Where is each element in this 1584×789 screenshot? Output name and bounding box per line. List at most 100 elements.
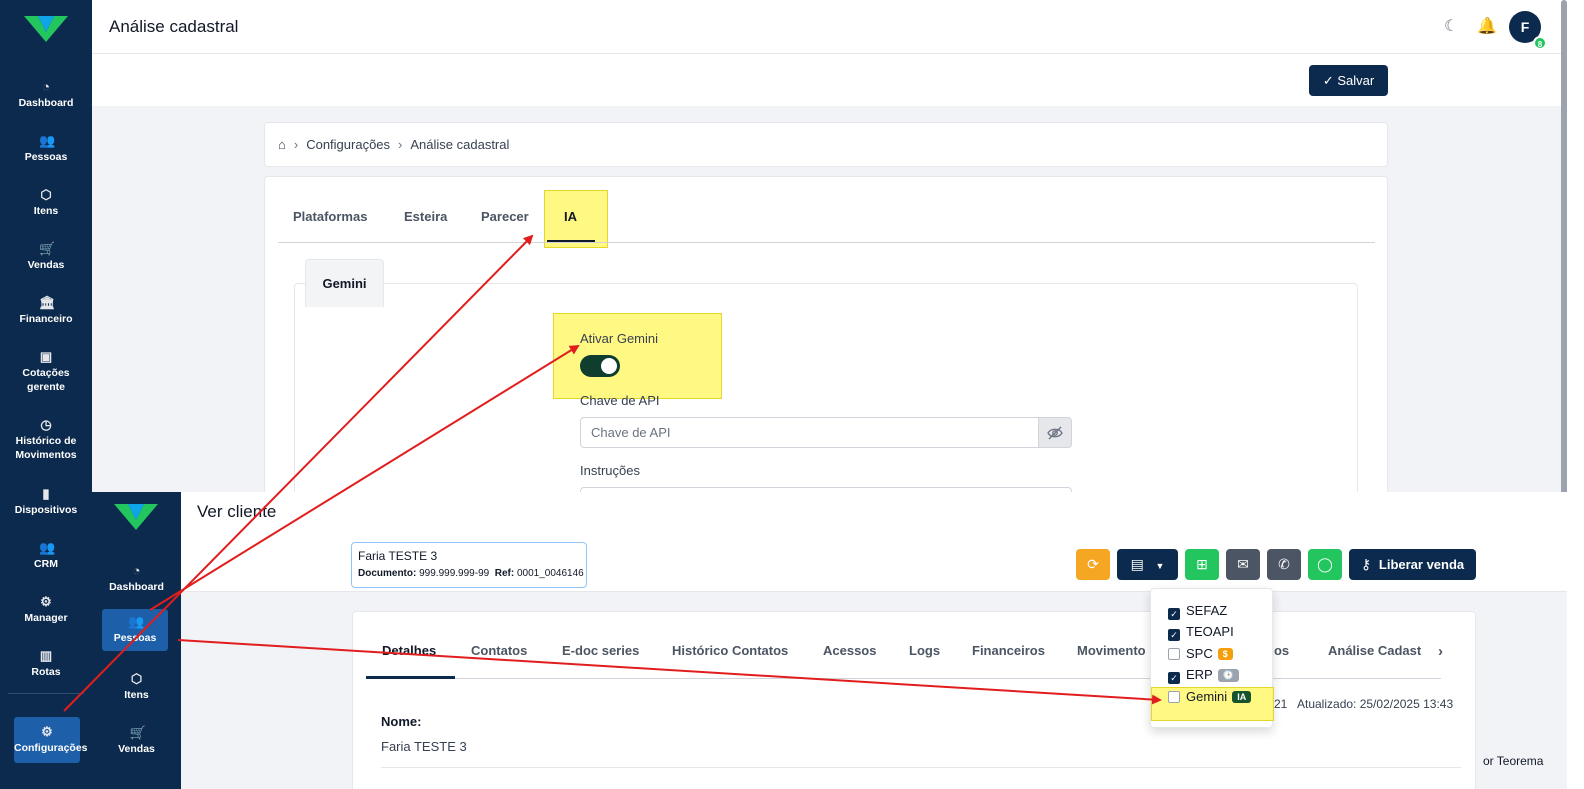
tab-ia[interactable]: IA (564, 209, 577, 224)
option-erp[interactable]: ✓ ERP 🕒 (1168, 667, 1239, 684)
subtab-gemini[interactable]: Gemini (305, 259, 384, 307)
add-document-button[interactable]: ⊞ (1185, 549, 1219, 580)
sidebar-item-configuracoes[interactable]: ⚙ Configurações (14, 717, 88, 763)
users-icon: 👥 (39, 133, 56, 148)
client-sidebar: ◔ Dashboard 👥 Pessoas ⬡ Itens 🛒 Vendas (92, 492, 181, 789)
tab-acessos[interactable]: Acessos (823, 643, 876, 658)
sidebar-item-vendas[interactable]: 🛒 Vendas (92, 726, 181, 756)
tab-esteira[interactable]: Esteira (404, 209, 447, 224)
tab-financeiros[interactable]: Financeiros (972, 643, 1045, 658)
field-value-nome: Faria TESTE 3 (381, 739, 467, 754)
tab-active-indicator (366, 676, 455, 679)
client-summary-card: Faria TESTE 3 Documento: 999.999.999-99 … (351, 542, 587, 588)
sidebar-item-dashboard[interactable]: ◔ Dashboard (92, 564, 181, 594)
box-icon: ⬡ (130, 671, 143, 686)
sidebar: ◔ Dashboard 👥 Pessoas ⬡ Itens 🛒 Vendas 🏛 Fina… (0, 0, 92, 789)
gauge-icon: ◔ (42, 79, 50, 94)
sidebar-item-financeiro[interactable]: 🏛 Financeiro (0, 296, 92, 326)
clipboard-dropdown-button[interactable]: ▤ ▼ (1117, 549, 1178, 580)
cart-icon: 🛒 (39, 241, 56, 256)
bell-icon[interactable]: 🔔 (1477, 16, 1497, 36)
gemini-toggle[interactable] (580, 355, 620, 377)
client-header-strip: Faria TESTE 3 Documento: 999.999.999-99 … (181, 540, 1567, 592)
whatsapp-button[interactable]: ◯ (1308, 549, 1342, 580)
sidebar-item-itens[interactable]: ⬡ Itens (0, 188, 92, 218)
sidebar-item-pessoas[interactable]: 👥 Pessoas (102, 609, 168, 651)
phone-icon: ✆ (1278, 556, 1290, 572)
sidebar-item-historico[interactable]: ◷ Histórico de Movimentos (0, 418, 92, 462)
option-gemini[interactable]: Gemini IA (1168, 689, 1252, 704)
tab-contatos[interactable]: Contatos (471, 643, 527, 658)
chevron-right-icon: › (293, 137, 299, 152)
tab-detalhes[interactable]: Detalhes (382, 643, 436, 658)
clipboard-check-icon: ▤ (1130, 556, 1144, 572)
phone-icon: ▮ (42, 486, 50, 501)
field-divider (381, 767, 1461, 768)
sidebar-item-crm[interactable]: 👥 CRM (0, 541, 92, 571)
checkbox-checked[interactable]: ✓ (1168, 629, 1180, 641)
app-logo (114, 504, 158, 530)
tab-logs[interactable]: Logs (909, 643, 940, 658)
gear-icon: ⚙ (41, 724, 53, 739)
tab-parecer[interactable]: Parecer (481, 209, 529, 224)
app-logo (24, 16, 68, 42)
sidebar-item-cotacoes[interactable]: ▣ Cotações gerente (0, 350, 92, 394)
api-key-label: Chave de API (580, 393, 660, 408)
phone-button[interactable]: ✆ (1267, 549, 1301, 580)
moon-icon[interactable]: ☾ (1444, 16, 1458, 36)
option-teoapi[interactable]: ✓ TEOAPI (1168, 624, 1234, 641)
tab-edoc-series[interactable]: E-doc series (562, 643, 639, 658)
option-sefaz[interactable]: ✓ SEFAZ (1168, 603, 1227, 620)
created-date: 21 (1274, 697, 1288, 711)
sidebar-item-vendas[interactable]: 🛒 Vendas (0, 242, 92, 272)
release-sale-button[interactable]: ⚷ Liberar venda (1349, 549, 1476, 580)
instructions-label: Instruções (580, 463, 640, 478)
breadcrumb-analise: Análise cadastral (410, 137, 510, 152)
tab-plataformas[interactable]: Plataformas (293, 209, 367, 224)
users-icon: 👥 (39, 540, 56, 555)
clock-icon: ◷ (40, 417, 52, 432)
sidebar-item-itens[interactable]: ⬡ Itens (92, 672, 181, 702)
avatar-badge: 8 (1533, 36, 1547, 50)
tab-historico-contatos[interactable]: Histórico Contatos (672, 643, 788, 658)
box-icon: ⬡ (40, 187, 52, 202)
breadcrumb: ⌂ › Configurações › Análise cadastral (264, 122, 1388, 167)
client-document: Documento: 999.999.999-99 Ref: 0001_0046… (358, 568, 584, 579)
email-button[interactable]: ✉ (1226, 549, 1260, 580)
sidebar-item-dashboard[interactable]: ◔ Dashboard (0, 80, 92, 110)
toggle-knob (601, 358, 617, 374)
updated-date: Atualizado: 25/02/2025 13:43 (1297, 697, 1454, 711)
sidebar-item-rotas[interactable]: ▥ Rotas (0, 649, 92, 679)
save-button[interactable]: ✓ Salvar (1309, 65, 1388, 96)
top-bar: Análise cadastral ☾ 🔔 F 8 (92, 0, 1567, 54)
checkbox-checked[interactable]: ✓ (1168, 672, 1180, 684)
sidebar-item-dispositivos[interactable]: ▮ Dispositivos (0, 487, 92, 517)
tabs-divider (366, 678, 1441, 679)
bank-icon: 🏛 (39, 295, 56, 310)
toggle-visibility-button[interactable] (1038, 417, 1072, 448)
clock-icon: 🕒 (1217, 669, 1239, 682)
ia-badge: IA (1232, 691, 1252, 703)
api-key-input[interactable] (580, 417, 1039, 448)
home-icon[interactable]: ⌂ (278, 137, 286, 152)
key-icon: ⚷ (1360, 556, 1372, 572)
option-spc[interactable]: SPC $ (1168, 646, 1233, 661)
sidebar-item-manager[interactable]: ⚙ Manager (0, 595, 92, 625)
checkbox-checked[interactable]: ✓ (1168, 608, 1180, 620)
action-bar: ✓ Salvar (92, 54, 1567, 106)
file-plus-icon: ⊞ (1196, 556, 1208, 572)
users-icon: 👥 (128, 614, 145, 629)
highlight-toggle (553, 313, 722, 399)
checkbox-unchecked[interactable] (1168, 691, 1180, 703)
envelope-icon: ✉ (1237, 556, 1249, 572)
chart-icon: ▣ (39, 349, 53, 364)
chevron-right-icon[interactable]: › (1438, 643, 1443, 660)
tab-movimento[interactable]: Movimento (1077, 643, 1146, 658)
refresh-button[interactable]: ⟳ (1076, 549, 1110, 580)
sidebar-item-pessoas[interactable]: 👥 Pessoas (0, 134, 92, 164)
eye-slash-icon (1047, 426, 1063, 440)
tab-analise-cadastral[interactable]: Análise Cadast (1328, 643, 1421, 658)
refresh-icon: ⟳ (1087, 556, 1099, 572)
breadcrumb-configuracoes[interactable]: Configurações (306, 137, 390, 152)
checkbox-unchecked[interactable] (1168, 648, 1180, 660)
